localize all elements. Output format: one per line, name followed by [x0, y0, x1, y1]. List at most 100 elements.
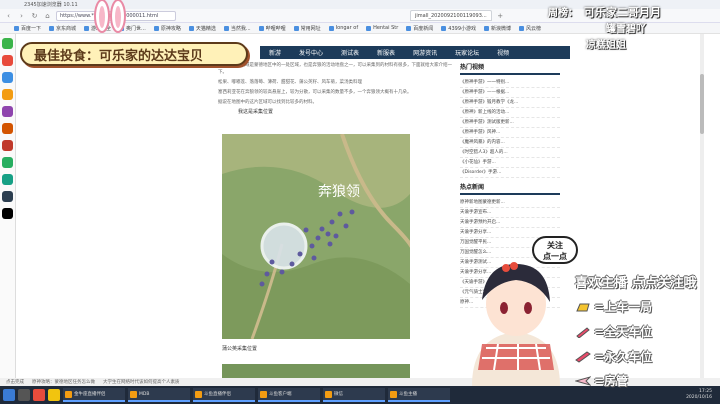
sidebar-link[interactable]: 《原神手游》风神...	[460, 128, 560, 138]
bookmark-label: 天猫精选	[195, 25, 216, 32]
tier-row: =全天车位	[575, 323, 652, 340]
bookmark-label: 京东商城	[56, 25, 77, 32]
bookmark[interactable]: 百度新闻	[406, 25, 433, 32]
folder-icon[interactable]	[48, 389, 60, 401]
bookmark-label: 新浪微博	[491, 25, 512, 32]
app-icon[interactable]	[2, 89, 13, 100]
bookmark[interactable]: Iongar of	[328, 25, 358, 31]
bookmark[interactable]: 风云榜	[519, 25, 541, 32]
tier-row: =永久车位	[575, 348, 652, 365]
app-icon[interactable]	[2, 123, 13, 134]
sidebar-link[interactable]: 《原神手游》一一特别...	[460, 78, 560, 88]
hot-news-heading: 热点新闻	[460, 182, 560, 195]
app-icon[interactable]	[33, 389, 45, 401]
status-text: 点击完成	[6, 380, 24, 385]
taskbar-window-button[interactable]: 斗鱼直播伴侣	[193, 388, 255, 402]
bookmark-favicon-icon	[153, 25, 159, 31]
bookmark-favicon-icon	[406, 25, 412, 31]
map-caption: 我这是采集位置	[238, 109, 274, 115]
bookmark[interactable]: 常用网址	[293, 25, 321, 32]
taskbar-window-button[interactable]: 微信	[323, 388, 385, 402]
weekly-rank-overlay: 周榜： 可乐家二哥月月 罐雪碧吖 凉糕姐姐	[548, 2, 718, 52]
sidebar-link[interactable]: 《魔神风暴》的内容...	[460, 138, 560, 148]
window-title: 斗鱼主播	[399, 392, 417, 397]
sidebar-link[interactable]: 《原神手游》测试版更新...	[460, 118, 560, 128]
sidebar-link[interactable]: 《时空猎人3》超人的...	[460, 148, 560, 158]
start-icon[interactable]	[3, 389, 15, 401]
bookmark-favicon-icon	[441, 25, 447, 31]
app-icon[interactable]	[2, 191, 13, 202]
bookmark-label: 当然我...	[230, 25, 251, 32]
site-nav-item[interactable]: 发号中心	[290, 48, 332, 57]
home-icon[interactable]: ⌂	[43, 11, 52, 20]
article-paragraph: 据说在地图中的这片区域可以找到比较多的材料。	[218, 100, 317, 105]
sidebar-link[interactable]: 天谕手游宣布...	[460, 208, 560, 218]
top-feeder-banner: 最佳投食：可乐家的达达宝贝	[20, 42, 248, 66]
bookmark[interactable]: 哔哩哔哩	[258, 25, 286, 32]
bookmark-label: 常用网址	[300, 25, 321, 32]
sidebar-link[interactable]: 天谕手游预约开启...	[460, 218, 560, 228]
browser-tab[interactable]: jimall_2020092100119093...	[410, 10, 492, 21]
sidebar-link[interactable]: 《Disorder》手游...	[460, 168, 560, 178]
app-icon[interactable]	[2, 55, 13, 66]
taskbar-window-button[interactable]: 斗鱼主播	[388, 388, 450, 402]
site-nav-item[interactable]: 新服表	[368, 48, 404, 57]
bookmark-label: 原神攻略	[160, 25, 181, 32]
site-nav-item[interactable]: 测试表	[332, 48, 368, 57]
window-title: 微信	[334, 392, 343, 397]
site-nav-item[interactable]: 新游	[260, 48, 290, 57]
window-app-icon	[260, 390, 267, 398]
refresh-icon[interactable]: ↻	[30, 11, 39, 20]
new-tab-icon[interactable]: +	[496, 11, 505, 20]
map-graphic: 奔狼领	[222, 134, 410, 339]
rocket-icon	[575, 350, 591, 363]
taskbar-window-button[interactable]: 金牛座直播伴侣	[63, 388, 125, 402]
forward-icon[interactable]: ›	[17, 11, 26, 20]
sidebar-link[interactable]: 《原神》新上线的活动...	[460, 108, 560, 118]
clock[interactable]: 17:25 2020/10/16	[686, 389, 720, 401]
sidebar-link[interactable]: 原神新地图蒙德更新...	[460, 198, 560, 208]
tiktok-icon[interactable]	[2, 208, 13, 219]
site-nav: 新游 发号中心 测试表 新服表 网游资讯 玩家论坛 视频	[260, 46, 570, 59]
bookmark-label: 哔哩哔哩	[265, 25, 286, 32]
bookmark-favicon-icon	[49, 25, 55, 31]
map-caption: 蒲公英采集位置	[222, 346, 258, 352]
tier-label: =房管	[594, 374, 629, 388]
rank-label: 周榜：	[548, 8, 578, 19]
map-region-label: 奔狼领	[318, 184, 360, 200]
app-icon[interactable]	[2, 72, 13, 83]
back-icon[interactable]: ‹	[4, 11, 13, 20]
search-icon[interactable]	[18, 389, 30, 401]
site-nav-item[interactable]: 玩家论坛	[446, 48, 488, 57]
bookmark[interactable]: 新浪微博	[484, 25, 511, 32]
sidebar-link[interactable]: 《原神手游》——根据...	[460, 88, 560, 98]
bookmark[interactable]: 天猫精选	[188, 25, 216, 32]
taskbar-window-button[interactable]: 斗鱼客户端	[258, 388, 320, 402]
bookmark[interactable]: 百度一下	[14, 25, 41, 32]
sidebar-link[interactable]: 《原神手游》锻月教学《龙...	[460, 98, 560, 108]
page-scrollbar[interactable]	[700, 34, 704, 386]
site-nav-item[interactable]: 网游资讯	[404, 48, 446, 57]
app-icon[interactable]	[2, 140, 13, 151]
app-icon[interactable]	[2, 38, 13, 49]
tier-label: =上车一局	[594, 300, 653, 314]
article-paragraph: 奔狼领这个区域是蒙德地区中的一处区域，也是奔狼的活动地盘之一，可以采集到的材料有…	[218, 63, 452, 75]
site-nav-item[interactable]: 视频	[488, 48, 518, 57]
scrollbar-thumb[interactable]	[700, 74, 704, 134]
sidebar-link[interactable]: 《小花仙》手游...	[460, 158, 560, 168]
app-icon[interactable]	[2, 106, 13, 117]
follow-bubble: 关注 点一点	[532, 236, 578, 264]
bookmark[interactable]: 当然我...	[223, 25, 251, 32]
bookmark[interactable]: Hentai Str	[366, 25, 398, 31]
bunny-ears-decoration	[94, 0, 126, 33]
plane-icon	[574, 375, 592, 387]
taskbar-window-button[interactable]: MDB	[128, 388, 190, 402]
app-icon[interactable]	[2, 174, 13, 185]
bookmark-favicon-icon	[293, 25, 299, 31]
bookmark[interactable]: 原神攻略	[153, 25, 181, 32]
bookmark[interactable]: 京东商城	[49, 25, 76, 32]
bookmark[interactable]: 4399小游戏	[441, 25, 476, 32]
bookmark-favicon-icon	[223, 25, 229, 31]
app-icon[interactable]	[2, 157, 13, 168]
bookmark-favicon-icon	[328, 25, 334, 31]
